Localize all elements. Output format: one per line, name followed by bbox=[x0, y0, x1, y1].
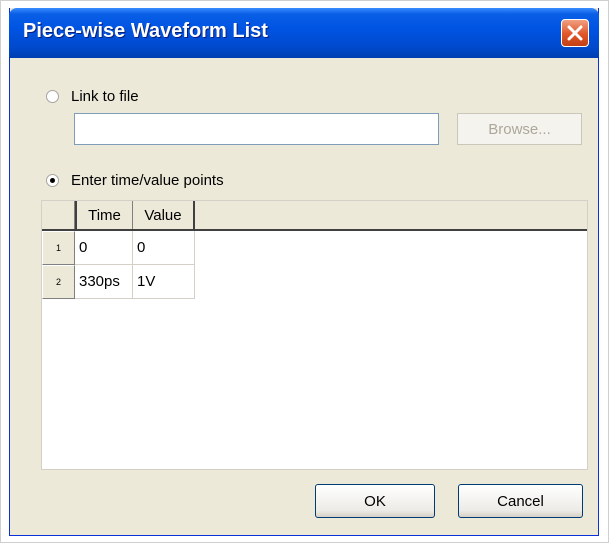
waveform-dialog: Piece-wise Waveform List Link to file Br… bbox=[9, 8, 599, 536]
points-grid[interactable]: Time Value 1 0 0 2 330ps 1V bbox=[41, 200, 588, 470]
row-header[interactable]: 2 bbox=[42, 265, 75, 299]
time-cell[interactable]: 0 bbox=[75, 231, 133, 265]
enter-points-option[interactable]: Enter time/value points bbox=[46, 172, 224, 189]
grid-header: Time Value bbox=[42, 201, 587, 231]
grid-corner[interactable] bbox=[42, 201, 75, 229]
time-cell[interactable]: 330ps bbox=[75, 265, 133, 299]
file-path-input[interactable] bbox=[74, 113, 439, 145]
column-header-time[interactable]: Time bbox=[75, 201, 133, 229]
value-cell[interactable]: 0 bbox=[133, 231, 195, 265]
ok-button[interactable]: OK bbox=[315, 484, 435, 518]
enter-points-radio[interactable] bbox=[46, 174, 59, 187]
close-icon bbox=[567, 25, 583, 41]
column-header-value[interactable]: Value bbox=[133, 201, 195, 229]
cancel-button[interactable]: Cancel bbox=[458, 484, 583, 518]
dialog-title: Piece-wise Waveform List bbox=[23, 20, 268, 42]
link-to-file-label: Link to file bbox=[71, 88, 139, 105]
row-header[interactable]: 1 bbox=[42, 231, 75, 265]
title-bar[interactable]: Piece-wise Waveform List bbox=[9, 8, 599, 58]
grid-row: 2 330ps 1V bbox=[42, 265, 587, 299]
link-to-file-option[interactable]: Link to file bbox=[46, 88, 139, 105]
grid-row: 1 0 0 bbox=[42, 231, 587, 265]
browse-button[interactable]: Browse... bbox=[457, 113, 582, 145]
close-button[interactable] bbox=[561, 19, 589, 47]
link-to-file-radio[interactable] bbox=[46, 90, 59, 103]
enter-points-label: Enter time/value points bbox=[71, 172, 224, 189]
value-cell[interactable]: 1V bbox=[133, 265, 195, 299]
